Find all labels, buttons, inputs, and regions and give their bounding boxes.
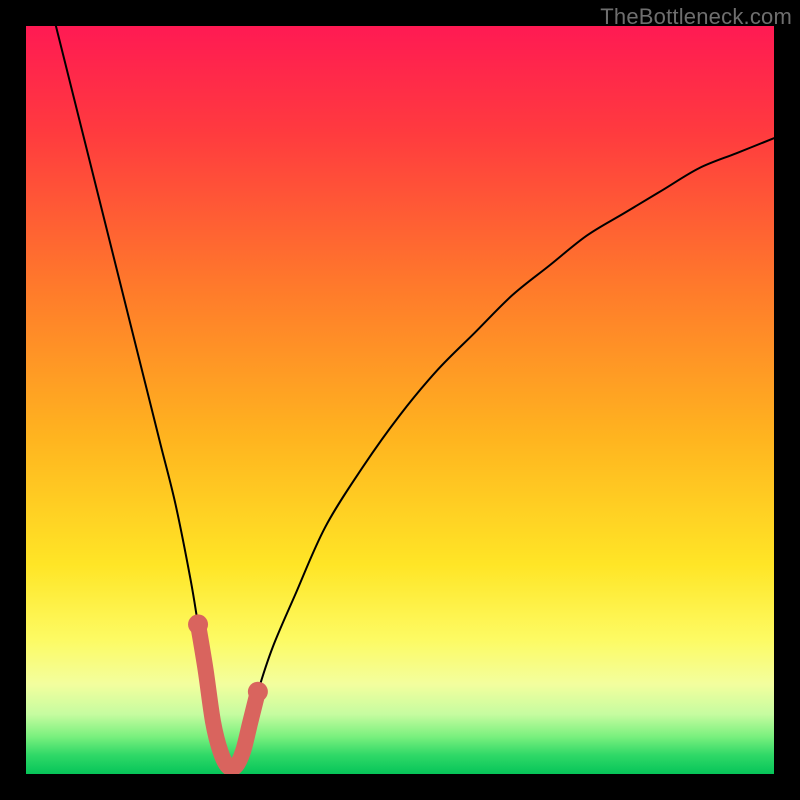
chart-frame <box>26 26 774 774</box>
bottleneck-chart <box>26 26 774 774</box>
valley-marker-dot-end <box>248 682 268 702</box>
watermark-text: TheBottleneck.com <box>600 4 792 30</box>
valley-marker-dot-start <box>188 614 208 634</box>
gradient-background <box>26 26 774 774</box>
